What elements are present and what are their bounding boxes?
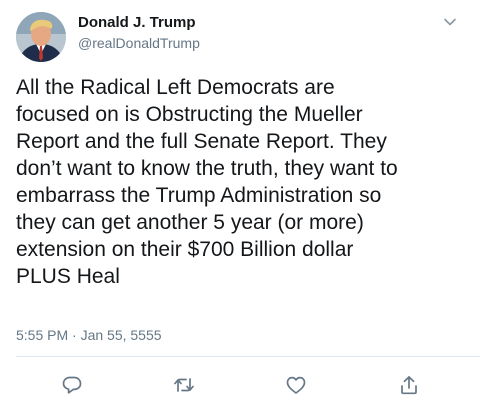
- tweet-text-line: extension on their $700 Billion dollar: [16, 238, 354, 261]
- divider: [16, 356, 480, 357]
- share-icon: [401, 376, 417, 395]
- tweet-text-line: Report and the full Senate Report. They: [16, 130, 387, 153]
- chevron-down-icon[interactable]: [442, 14, 458, 30]
- tweet-text-line: don’t want to know the truth, they want …: [16, 157, 398, 180]
- tweet-text-line: PLUS Heal: [16, 265, 120, 288]
- tweet-text-line: All the Radical Left Democrats are: [16, 76, 335, 99]
- tweet-timestamp[interactable]: 5:55 PM · Jan 55, 5555: [16, 327, 162, 343]
- reply-button[interactable]: [61, 374, 83, 396]
- share-button[interactable]: [398, 374, 420, 396]
- author-display-name[interactable]: Donald J. Trump: [78, 14, 196, 31]
- heart-icon: [286, 376, 306, 394]
- tweet-text-line: they can get another 5 year (or more): [16, 211, 364, 234]
- avatar[interactable]: [16, 12, 66, 62]
- author-handle[interactable]: @realDonaldTrump: [78, 35, 200, 51]
- reply-icon: [62, 376, 82, 394]
- tweet-text-line: focused on is Obstructing the Mueller: [16, 103, 363, 126]
- tweet-text-line: embarrass the Trump Administration so: [16, 184, 382, 207]
- retweet-button[interactable]: [173, 374, 195, 396]
- like-button[interactable]: [285, 374, 307, 396]
- profile-photo-icon: [16, 12, 66, 62]
- tweet-card: Donald J. Trump @realDonaldTrump All the…: [0, 0, 480, 410]
- retweet-icon: [174, 378, 194, 392]
- tweet-text: All the Radical Left Democrats are focus…: [16, 74, 474, 290]
